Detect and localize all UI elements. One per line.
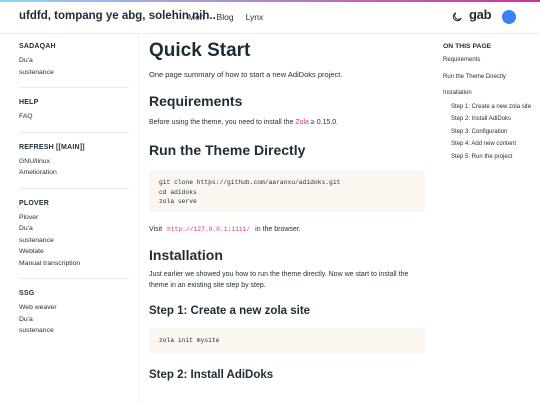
sidebar-heading: REFRESH [[MAIN]]: [19, 143, 85, 151]
heading-requirements: Requirements: [149, 93, 243, 109]
sidebar-section-plover: PLOVER Plover Du'a sustenance Weblate Ma…: [19, 199, 129, 279]
sidebar-item-weblate[interactable]: Weblate: [19, 246, 129, 258]
sidebar-heading: PLOVER: [19, 199, 49, 207]
toc-subitem-step-3[interactable]: Step 3: Configuration: [443, 128, 535, 137]
main-content: Quick Start One page summary of how to s…: [149, 38, 425, 381]
code-block-run: git clone https://github.com/aaranxu/adi…: [149, 170, 425, 212]
toc-subitem-step-5[interactable]: Step 5: Run the project: [443, 153, 535, 162]
nav-link-blog[interactable]: Blog: [217, 12, 234, 22]
nav-link-lynx[interactable]: Lynx: [246, 12, 264, 22]
installation-text: Just earlier we showed you how to run th…: [149, 271, 409, 289]
sidebar-item-gnu-linux[interactable]: GNU/linux: [19, 156, 129, 168]
sidebar-item-faq[interactable]: FAQ: [19, 111, 129, 123]
toc-subitem-step-2[interactable]: Step 2: Install AdiDoks: [443, 115, 535, 124]
sidebar-item-sustenance[interactable]: sustenance: [19, 325, 129, 337]
code-block-step-1: zola init mysite: [149, 328, 425, 354]
sidebar-section-sadaqah: SADAQAH Du'a sustenance: [19, 43, 129, 88]
requirements-text-after: ≥ 0.15.0.: [310, 119, 339, 126]
heading-step-2: Step 2: Install AdiDoks: [149, 369, 274, 381]
visit-text: Visit http://127.0.0.1:1111/ in the brow…: [149, 224, 425, 235]
sidebar-heading: SADAQAH: [19, 43, 56, 50]
sidebar-item-sustenance[interactable]: sustenance: [19, 67, 129, 79]
sidebar-heading: SSG: [19, 290, 35, 297]
docs-sidebar: SADAQAH Du'a sustenance HELP FAQ REFRESH…: [19, 43, 129, 357]
sidebar-section-refresh: REFRESH [[MAIN]] GNU/linux Amelioration: [19, 144, 129, 189]
visit-text-before: Visit: [149, 226, 163, 233]
sidebar-item-plover[interactable]: Plover: [19, 212, 129, 224]
table-of-contents: ON THIS PAGE Requirements Run the Theme …: [443, 43, 535, 165]
toc-subitem-step-1[interactable]: Step 1: Create a new zola site: [443, 103, 535, 112]
visit-text-after: in the browser.: [255, 226, 301, 233]
sidebar-item-dua[interactable]: Du'a: [19, 223, 129, 235]
moon-icon[interactable]: [451, 11, 463, 23]
nav-link-men[interactable]: Men: [188, 12, 205, 22]
site-brand[interactable]: ufdfd, tompang ye abg, solehin nih..: [19, 10, 216, 22]
sidebar-item-amelioration[interactable]: Amelioration: [19, 167, 129, 179]
gab-logo[interactable]: gab: [469, 7, 492, 22]
zola-link[interactable]: Zola: [295, 119, 309, 126]
sidebar-item-dua[interactable]: Du'a: [19, 55, 129, 67]
sidebar-item-manual-transcription[interactable]: Manual transcription: [19, 258, 129, 270]
heading-run-theme: Run the Theme Directly: [149, 142, 306, 158]
heading-installation: Installation: [149, 247, 223, 263]
accent-stripe: [0, 0, 540, 2]
toc-title: ON THIS PAGE: [443, 43, 492, 50]
page-title: Quick Start: [149, 40, 251, 61]
sidebar-section-ssg: SSG Web weaver Du'a sustenance: [19, 290, 129, 346]
user-avatar[interactable]: [502, 10, 516, 24]
toc-item-requirements[interactable]: Requirements: [443, 56, 535, 65]
toc-item-installation[interactable]: Installation: [443, 89, 535, 98]
main-nav: Men Blog Lynx: [188, 12, 263, 22]
sidebar-item-web-weaver[interactable]: Web weaver: [19, 302, 129, 314]
sidebar-item-sustenance[interactable]: sustenance: [19, 235, 129, 247]
page-lead: One page summary of how to start a new A…: [149, 70, 343, 79]
sidebar-heading: HELP: [19, 99, 39, 106]
top-navbar: ufdfd, tompang ye abg, solehin nih.. Men…: [0, 0, 540, 34]
heading-step-1: Step 1: Create a new zola site: [149, 305, 311, 317]
sidebar-divider: [138, 34, 139, 405]
toc-item-run-theme[interactable]: Run the Theme Directly: [443, 73, 535, 82]
sidebar-section-help: HELP FAQ: [19, 99, 129, 133]
localhost-url[interactable]: http://127.0.0.1:1111/: [164, 226, 253, 233]
requirements-text-before: Before using the theme, you need to inst…: [149, 119, 294, 126]
requirements-text: Before using the theme, you need to inst…: [149, 117, 425, 128]
sidebar-item-dua[interactable]: Du'a: [19, 314, 129, 326]
toc-subitem-step-4[interactable]: Step 4: Add new content: [443, 140, 535, 149]
